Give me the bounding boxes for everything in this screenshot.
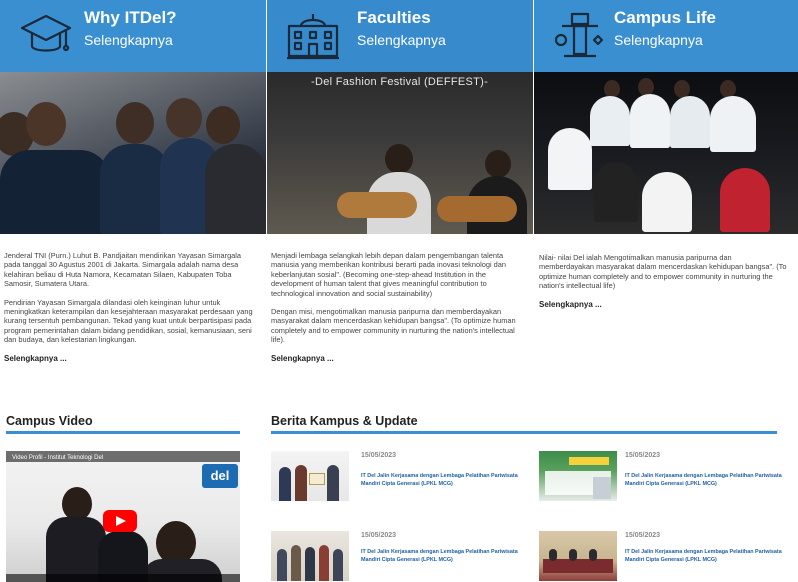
news-title[interactable]: IT Del Jalin Kerjasama dengan Lembaga Pe…	[625, 548, 793, 564]
description-paragraph: Dengan misi, mengotimalkan manusia parip…	[271, 307, 516, 345]
campus-video-player[interactable]: Video Profil - Institut Teknologi Del de…	[6, 451, 240, 582]
guitar-shape	[437, 196, 517, 222]
news-title[interactable]: IT Del Jalin Kerjasama dengan Lembaga Pe…	[361, 472, 529, 488]
tile-link[interactable]: Selengkapnya	[614, 32, 703, 48]
player-figure	[670, 96, 710, 148]
graduation-cap-icon	[20, 14, 72, 52]
student-figure	[206, 106, 240, 144]
news-date: 15/05/2023	[625, 452, 661, 459]
student-figure	[166, 98, 202, 138]
news-title[interactable]: IT Del Jalin Kerjasama dengan Lembaga Pe…	[361, 548, 529, 564]
news-date: 15/05/2023	[361, 452, 397, 459]
description-column-2: Menjadi lembaga selangkah lebih depan da…	[271, 251, 523, 363]
news-thumbnail[interactable]	[271, 531, 349, 581]
festival-photo: -Del Fashion Festival (DEFFEST)-	[267, 72, 533, 234]
students-photo	[0, 72, 266, 234]
description-paragraph: Pendirian Yayasan Simargala dilandasi ol…	[4, 297, 253, 345]
news-title[interactable]: IT Del Jalin Kerjasama dengan Lembaga Pe…	[625, 472, 793, 488]
player-figure	[548, 128, 592, 190]
building-icon	[287, 14, 339, 60]
read-more-link[interactable]: Selengkapnya ...	[271, 354, 523, 363]
monument-icon	[554, 12, 604, 58]
play-icon[interactable]	[103, 510, 137, 532]
feature-tiles: Why ITDel? Selengkapnya Faculties Seleng…	[0, 0, 798, 72]
read-more-link[interactable]: Selengkapnya ...	[539, 300, 787, 309]
news-thumbnail[interactable]	[539, 451, 617, 501]
news-date: 15/05/2023	[361, 532, 397, 539]
player-figure	[594, 162, 638, 222]
player-figure	[710, 96, 756, 152]
tile-link[interactable]: Selengkapnya	[84, 32, 173, 48]
tile-title: Campus Life	[614, 8, 717, 27]
team-photo	[534, 72, 798, 234]
student-figure	[116, 102, 154, 144]
tile-link[interactable]: Selengkapnya	[357, 32, 446, 48]
news-thumbnail[interactable]	[271, 451, 349, 501]
student-figure	[26, 102, 66, 146]
player-figure	[642, 172, 692, 232]
description-paragraph: Jenderal TNI (Purn.) Luhut B. Pandjaitan…	[4, 251, 242, 289]
description-paragraph: Nilai- nilai Del ialah Mengotimalkan man…	[539, 253, 787, 291]
presenter-figure	[62, 487, 92, 521]
tile-title: Why ITDel?	[84, 8, 177, 27]
description-column-1: Jenderal TNI (Purn.) Luhut B. Pandjaitan…	[4, 251, 256, 363]
section-divider	[271, 431, 777, 434]
description-paragraph: Menjadi lembaga selangkah lebih depan da…	[271, 251, 506, 298]
musician-figure	[485, 150, 511, 178]
presenter-figure	[46, 517, 106, 582]
video-title: Video Profil - Institut Teknologi Del	[12, 455, 104, 461]
player-figure	[630, 94, 670, 148]
player-figure	[590, 96, 630, 146]
festival-banner: -Del Fashion Festival (DEFFEST)-	[311, 76, 489, 88]
section-divider	[6, 431, 240, 434]
tile-campus-life[interactable]: Campus Life Selengkapnya	[534, 0, 798, 72]
description-column-3: Nilai- nilai Del ialah Mengotimalkan man…	[539, 253, 787, 309]
student-figure	[0, 150, 110, 234]
musician-figure	[385, 144, 413, 174]
news-heading: Berita Kampus & Update	[271, 414, 418, 428]
news-date: 15/05/2023	[625, 532, 661, 539]
player-figure	[720, 168, 770, 232]
news-thumbnail[interactable]	[539, 531, 617, 581]
del-logo: del	[202, 464, 238, 488]
student-figure	[205, 144, 266, 234]
tile-why-itdel[interactable]: Why ITDel? Selengkapnya	[0, 0, 266, 72]
guitar-shape	[337, 192, 417, 218]
video-controls[interactable]	[6, 574, 240, 582]
campus-video-heading: Campus Video	[6, 414, 93, 428]
tile-title: Faculties	[357, 8, 431, 27]
tile-faculties[interactable]: Faculties Selengkapnya	[267, 0, 533, 72]
read-more-link[interactable]: Selengkapnya ...	[4, 354, 256, 363]
